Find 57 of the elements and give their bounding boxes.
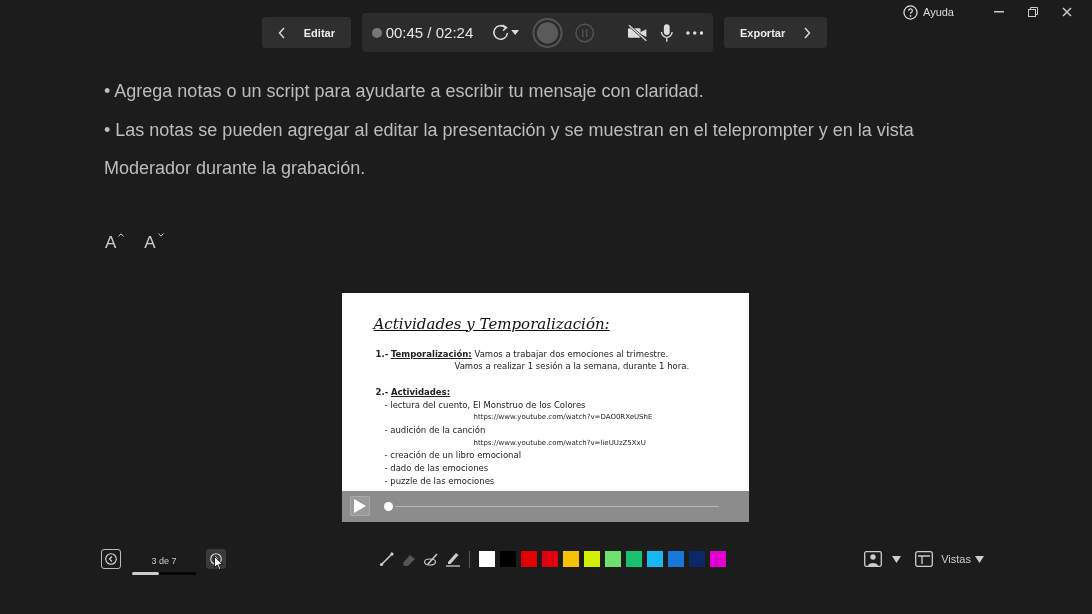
camera-view-button[interactable] [864, 551, 902, 567]
color-swatch[interactable] [626, 551, 642, 567]
help-icon [903, 4, 918, 20]
record-button-icon[interactable] [532, 16, 564, 49]
person-icon [864, 551, 883, 567]
decrease-font-button[interactable]: A [144, 232, 164, 253]
video-progress-thumb[interactable] [383, 501, 393, 511]
color-swatch[interactable] [710, 551, 726, 567]
slide-text: - puzzle de las emociones [383, 474, 496, 488]
color-swatch[interactable] [500, 551, 516, 567]
color-swatch[interactable] [605, 551, 621, 567]
color-swatch[interactable] [668, 551, 684, 567]
highlighter-icon[interactable] [445, 551, 461, 567]
previous-slide-button[interactable] [101, 549, 121, 569]
export-button[interactable]: Exportar [723, 17, 828, 48]
slide-text: 2.- Actividades: [375, 385, 452, 399]
recording-timer: 00:45 / 02:24 [385, 24, 474, 41]
slide-text: - creación de un libro emocional [383, 449, 523, 463]
note-text: • Las notas se pueden agregar al editar la presentación y se muestran en el teleprompter y en la vista Moderador durante la grabación. [104, 118, 915, 180]
caret-down-icon [975, 555, 984, 563]
caret-down-icon [892, 555, 902, 563]
caret-down-icon [157, 232, 164, 237]
color-swatch[interactable] [479, 551, 495, 567]
color-swatch[interactable] [584, 551, 600, 567]
pen-icon[interactable] [379, 551, 395, 567]
play-icon [353, 499, 366, 513]
microphone-icon[interactable] [659, 22, 674, 43]
slide-text: - dado de las emociones [383, 462, 490, 475]
camera-off-icon[interactable] [626, 23, 648, 42]
slide-text: Vamos a realizar 1 sesión a la semana, durante 1 hora. [453, 360, 691, 373]
color-swatch[interactable] [563, 551, 579, 567]
color-swatch[interactable] [689, 551, 705, 567]
slide-text: 1.- Temporalización: Vamos a trabajar dos emociones al trimestre. [375, 347, 670, 361]
restore-icon[interactable] [1028, 7, 1038, 17]
pause-icon[interactable] [575, 22, 595, 43]
play-button[interactable] [349, 496, 370, 516]
chevron-left-icon [277, 26, 286, 39]
slide-text: - lectura del cuento, El Monstruo de los Colores [383, 398, 587, 412]
slide-counter: 3 de 7 [151, 555, 177, 566]
lasso-icon[interactable] [423, 551, 439, 567]
color-swatch[interactable] [521, 551, 537, 567]
layout-icon [915, 551, 934, 567]
color-swatch[interactable] [542, 551, 558, 567]
more-options-icon[interactable] [685, 30, 703, 35]
mouse-cursor-icon [214, 555, 223, 570]
views-button[interactable]: Vistas [915, 551, 984, 567]
slide-title: Actividades y Temporalización: [373, 314, 611, 333]
caret-up-icon [118, 232, 125, 237]
increase-font-button[interactable]: A [105, 232, 125, 253]
note-text: • Agrega notas o un script para ayudarte a escribir tu mensaje con claridad. [104, 80, 705, 103]
slide-text: - audición de la canción [383, 424, 487, 437]
minimize-icon[interactable] [994, 11, 1004, 13]
color-swatch[interactable] [647, 551, 663, 567]
chevron-right-icon [803, 26, 812, 39]
edit-button[interactable]: Editar [261, 17, 351, 48]
close-icon[interactable] [1062, 7, 1072, 17]
help-button[interactable]: Ayuda [903, 4, 954, 20]
